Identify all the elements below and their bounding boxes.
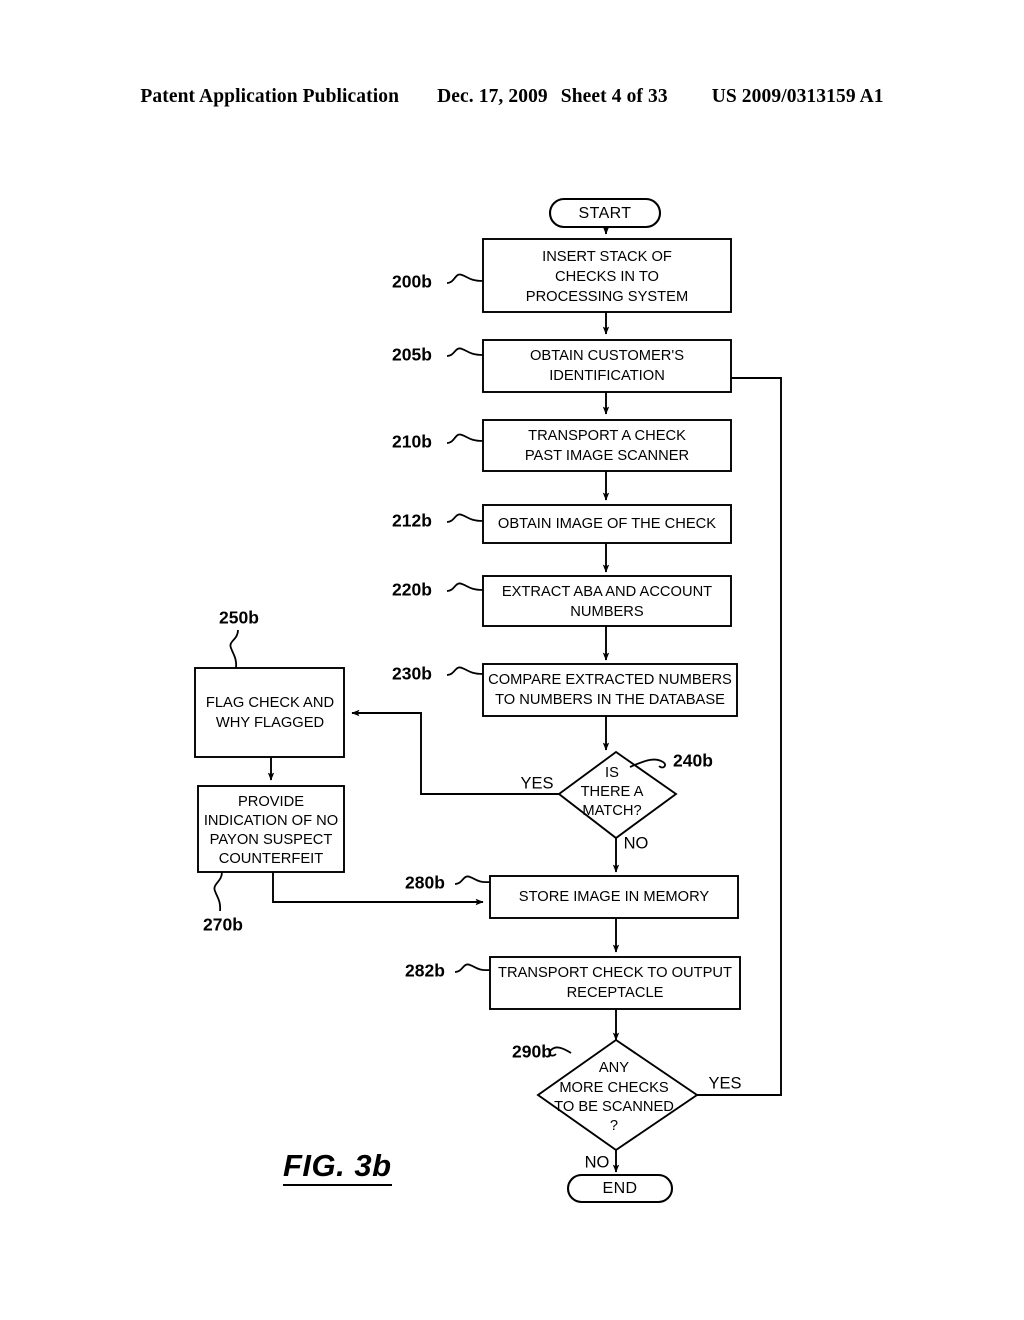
leader-212b [446,513,484,523]
leader-200b [446,273,484,284]
provide-indication-line3: PAYON SUSPECT [210,832,333,848]
transport-check-scanner-line1: TRANSPORT A CHECK [528,428,686,444]
branch-label-match-no: NO [624,834,649,852]
leader-270b [213,871,223,912]
obtain-customer-id-line1: OBTAIN CUSTOMER'S [530,348,684,364]
leader-282b [454,963,491,973]
node-282b: TRANSPORT CHECK TO OUTPUT RECEPTACLE 282… [405,956,741,1010]
is-there-match-line1: IS [605,765,619,781]
ref-label-230b: 230b [392,664,432,684]
insert-stack-line3: PROCESSING SYSTEM [526,289,688,305]
extract-aba-line2: NUMBERS [570,604,644,620]
provide-indication-line4: COUNTERFEIT [219,851,323,867]
store-image-line1: STORE IMAGE IN MEMORY [519,889,710,905]
extract-aba-line1: EXTRACT ABA AND ACCOUNT [502,584,712,600]
node-270b: PROVIDE INDICATION OF NO PAYON SUSPECT C… [197,785,345,935]
branch-label-more-yes: YES [708,1074,741,1092]
node-290b: ANY MORE CHECKS TO BE SCANNED ? 290b YES… [512,1038,742,1171]
ref-label-205b: 205b [392,345,432,365]
insert-stack-line1: INSERT STACK OF [542,249,672,265]
end-label: END [603,1180,638,1197]
node-205b: OBTAIN CUSTOMER'S IDENTIFICATION 205b [392,339,732,393]
insert-stack-line2: CHECKS IN TO [555,269,659,285]
is-there-match-line2: THERE A [581,784,644,800]
ref-label-270b: 270b [203,915,243,935]
is-there-match-line3: MATCH? [582,803,641,819]
compare-numbers-line1: COMPARE EXTRACTED NUMBERS [488,672,732,688]
leader-280b [454,875,491,885]
node-230b: COMPARE EXTRACTED NUMBERS TO NUMBERS IN … [392,663,738,717]
flag-check-line2: WHY FLAGGED [216,715,324,731]
node-200b: INSERT STACK OF CHECKS IN TO PROCESSING … [392,238,732,313]
any-more-checks-line2: MORE CHECKS [559,1080,669,1096]
ref-label-210b: 210b [392,432,432,452]
transport-output-line2: RECEPTACLE [567,985,664,1001]
node-250b: FLAG CHECK AND WHY FLAGGED 250b [194,608,345,758]
ref-label-280b: 280b [405,873,445,893]
leader-250b [229,629,239,669]
node-220b: EXTRACT ABA AND ACCOUNT NUMBERS 220b [392,575,732,627]
transport-check-scanner-line2: PAST IMAGE SCANNER [525,448,689,464]
provide-indication-line2: INDICATION OF NO [204,813,338,829]
start-label: START [579,205,632,222]
node-240b: IS THERE A MATCH? 240b YES NO [520,751,712,853]
ref-label-212b: 212b [392,511,432,531]
leader-205b [446,347,484,357]
any-more-checks-line4: ? [610,1118,618,1134]
node-212b: OBTAIN IMAGE OF THE CHECK 212b [392,504,732,544]
compare-numbers-line2: TO NUMBERS IN THE DATABASE [495,692,725,708]
leader-230b [446,666,484,676]
node-end: END [566,1173,674,1204]
provide-indication-line1: PROVIDE [238,794,304,810]
any-more-checks-line3: TO BE SCANNED [554,1099,674,1115]
transport-output-line1: TRANSPORT CHECK TO OUTPUT [498,965,732,981]
any-more-checks-line1: ANY [599,1060,629,1076]
ref-label-250b: 250b [219,608,259,628]
ref-label-290b: 290b [512,1042,552,1062]
edge-270b-to-280b [272,872,484,906]
flag-check-line1: FLAG CHECK AND [206,695,334,711]
ref-label-200b: 200b [392,272,432,292]
obtain-image-line1: OBTAIN IMAGE OF THE CHECK [498,516,716,532]
ref-label-240b: 240b [673,751,713,771]
node-210b: TRANSPORT A CHECK PAST IMAGE SCANNER 210… [392,419,732,472]
leader-220b [446,582,484,592]
flag-check-box [194,667,345,758]
ref-label-282b: 282b [405,961,445,981]
node-start: START [548,197,662,229]
flowchart-diagram: START INSERT STACK OF CHECKS IN TO PROCE… [194,197,782,1204]
branch-label-match-yes: YES [520,774,553,792]
node-280b: STORE IMAGE IN MEMORY 280b [405,873,739,919]
branch-label-more-no: NO [585,1153,610,1171]
obtain-customer-id-line2: IDENTIFICATION [549,368,665,384]
leader-290b [548,1046,572,1057]
ref-label-220b: 220b [392,580,432,600]
leader-210b [446,433,484,444]
